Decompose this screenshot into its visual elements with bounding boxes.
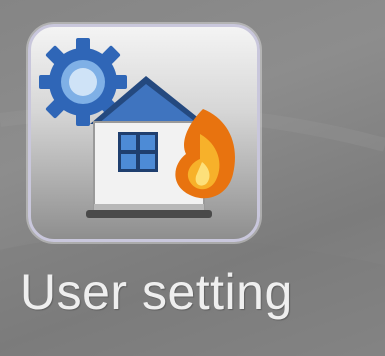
user-setting-shortcut[interactable] — [28, 24, 260, 242]
house-settings-icon — [39, 38, 235, 218]
app-label[interactable]: User setting — [20, 257, 370, 327]
window-icon — [118, 132, 158, 172]
